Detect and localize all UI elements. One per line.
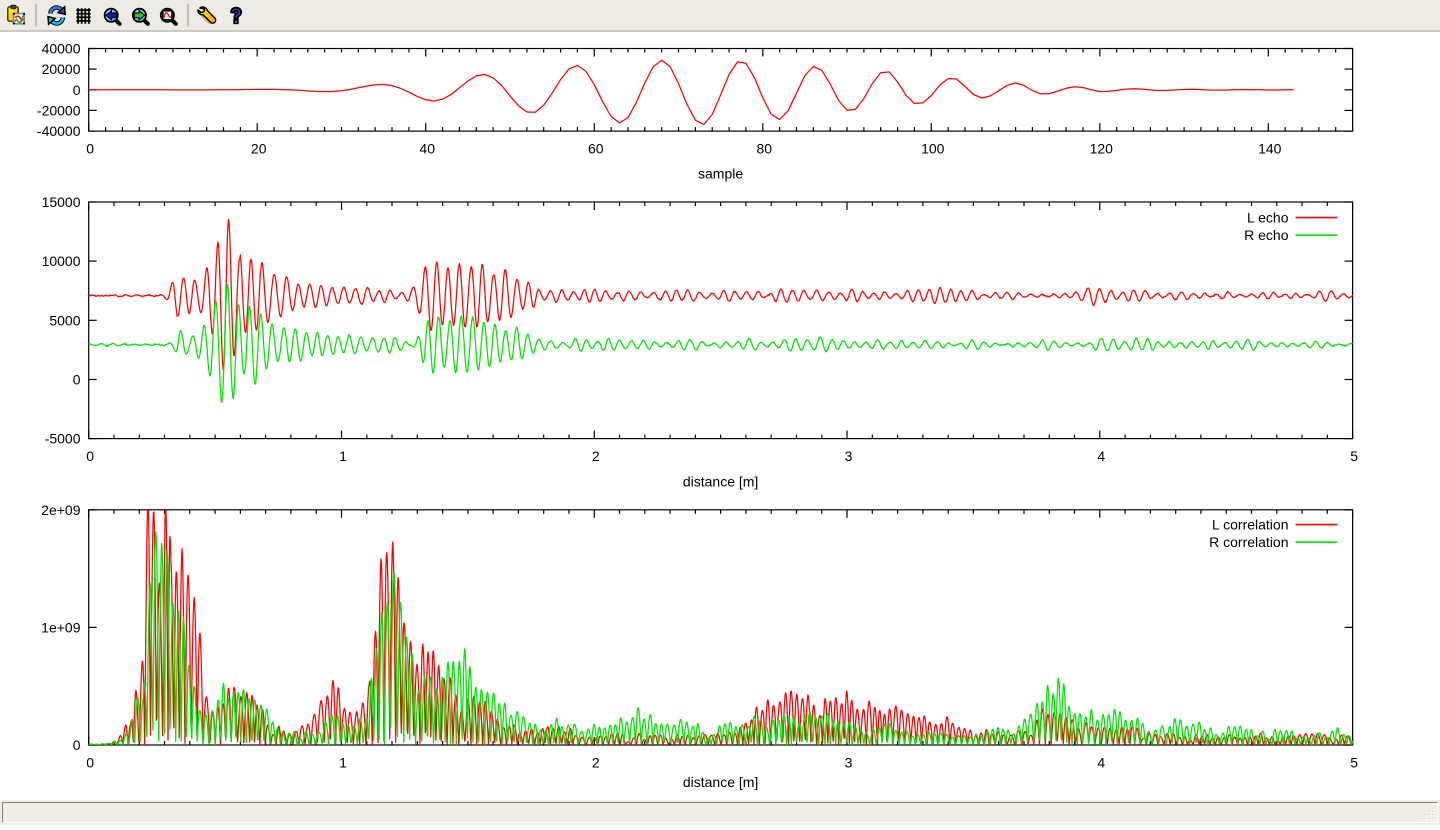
svg-text:4: 4 bbox=[1097, 755, 1105, 771]
svg-text:0: 0 bbox=[86, 141, 94, 157]
svg-text:0: 0 bbox=[73, 372, 81, 388]
svg-text:1e+09: 1e+09 bbox=[41, 619, 81, 635]
svg-text:-20000: -20000 bbox=[37, 102, 81, 118]
svg-text:20: 20 bbox=[251, 141, 267, 157]
svg-text:2: 2 bbox=[592, 755, 600, 771]
svg-text:L correlation: L correlation bbox=[1212, 517, 1289, 533]
svg-text:distance [m]: distance [m] bbox=[683, 774, 758, 790]
svg-text:distance [m]: distance [m] bbox=[683, 474, 758, 490]
svg-text:40: 40 bbox=[419, 141, 435, 157]
svg-text:0: 0 bbox=[73, 737, 81, 753]
svg-text:3: 3 bbox=[845, 755, 853, 771]
svg-text:20000: 20000 bbox=[42, 61, 81, 77]
svg-text:5000: 5000 bbox=[49, 312, 80, 328]
svg-text:1: 1 bbox=[339, 448, 347, 464]
svg-text:3: 3 bbox=[845, 448, 853, 464]
svg-text:80: 80 bbox=[757, 141, 773, 157]
svg-text:-5000: -5000 bbox=[45, 431, 81, 447]
svg-text:-40000: -40000 bbox=[37, 123, 81, 139]
svg-text:sample: sample bbox=[698, 166, 743, 182]
svg-text:1: 1 bbox=[339, 755, 347, 771]
svg-text:5: 5 bbox=[1350, 755, 1358, 771]
svg-text:120: 120 bbox=[1090, 141, 1114, 157]
svg-text:0: 0 bbox=[86, 448, 94, 464]
svg-text:R correlation: R correlation bbox=[1209, 534, 1288, 550]
svg-text:R echo: R echo bbox=[1244, 227, 1289, 243]
svg-text:10000: 10000 bbox=[42, 253, 81, 269]
svg-text:40000: 40000 bbox=[42, 41, 81, 57]
svg-text:0: 0 bbox=[73, 82, 81, 98]
svg-text:0: 0 bbox=[86, 755, 94, 771]
svg-text:100: 100 bbox=[921, 141, 945, 157]
svg-text:15000: 15000 bbox=[42, 194, 81, 210]
svg-text:140: 140 bbox=[1258, 141, 1282, 157]
svg-text:2: 2 bbox=[592, 448, 600, 464]
svg-text:5: 5 bbox=[1350, 448, 1358, 464]
svg-text:60: 60 bbox=[588, 141, 604, 157]
svg-text:2e+09: 2e+09 bbox=[41, 502, 81, 518]
svg-text:4: 4 bbox=[1097, 448, 1105, 464]
svg-text:L echo: L echo bbox=[1247, 210, 1289, 226]
